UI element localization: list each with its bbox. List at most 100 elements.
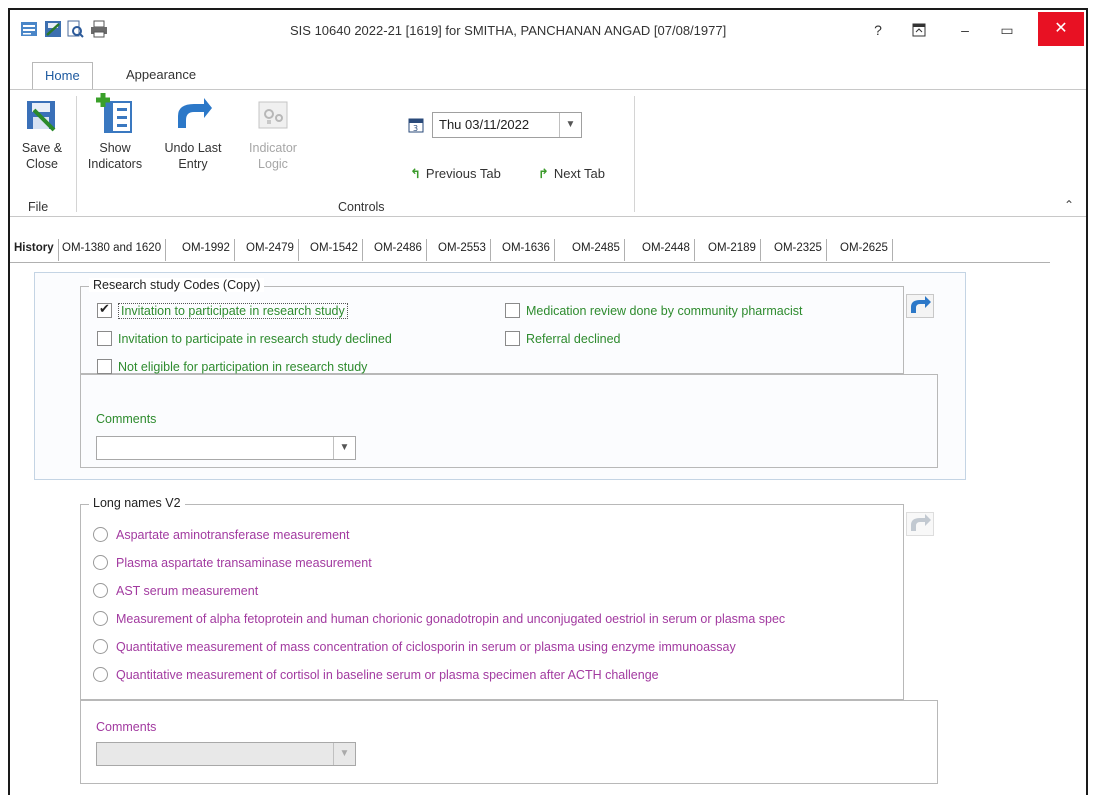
ribbon-separator <box>634 96 635 212</box>
checkbox-label: Not eligible for participation in resear… <box>118 360 368 374</box>
tab-om-2189[interactable]: OM-2189 <box>704 239 761 261</box>
longnames-undo-button[interactable] <box>906 512 934 536</box>
tab-om-2486[interactable]: OM-2486 <box>370 239 427 261</box>
previous-arrow-icon: ↰ <box>410 166 421 181</box>
tab-om-1380-1620[interactable]: OM-1380 and 1620 <box>58 239 167 261</box>
ribbon-display-options-button[interactable] <box>908 17 930 43</box>
tab-om-1992[interactable]: OM-1992 <box>178 239 235 261</box>
ribbon-display-icon <box>912 23 926 37</box>
title-bar: SIS 10640 2022-21 [1619] for SMITHA, PAN… <box>10 10 1086 50</box>
chevron-down-icon[interactable]: ▼ <box>559 113 581 137</box>
longnames-comments-label: Comments <box>96 720 157 734</box>
radio-label: Plasma aspartate transaminase measuremen… <box>116 556 372 570</box>
maximize-button[interactable]: ▭ <box>996 17 1018 43</box>
form-icon[interactable] <box>20 20 38 38</box>
research-group: Research study Codes (Copy) Invitation t… <box>80 278 904 374</box>
radio-label: Measurement of alpha fetoprotein and hum… <box>116 612 786 626</box>
next-arrow-icon: ↱ <box>538 166 549 181</box>
window-title: SIS 10640 2022-21 [1619] for SMITHA, PAN… <box>290 23 727 38</box>
radio-option[interactable]: Aspartate aminotransferase measurement <box>93 527 349 542</box>
tab-om-2485[interactable]: OM-2485 <box>568 239 625 261</box>
date-value: Thu 03/11/2022 <box>439 117 530 132</box>
save-close-icon[interactable] <box>44 20 62 38</box>
checkbox-not-eligible[interactable]: Not eligible for participation in resear… <box>97 359 367 374</box>
research-undo-button[interactable] <box>906 294 934 318</box>
radio-button[interactable] <box>93 555 108 570</box>
next-tab-button[interactable]: ↱ Next Tab <box>538 166 605 182</box>
close-button[interactable]: ✕ <box>1038 12 1084 46</box>
save-close-label: Save & Close <box>21 141 63 171</box>
help-button[interactable]: ? <box>868 17 888 43</box>
radio-option[interactable]: Quantitative measurement of mass concent… <box>93 639 736 654</box>
tab-om-2479[interactable]: OM-2479 <box>242 239 299 261</box>
app-window: SIS 10640 2022-21 [1619] for SMITHA, PAN… <box>8 8 1088 795</box>
ribbon-tab-appearance[interactable]: Appearance <box>114 62 208 90</box>
group-label-controls: Controls <box>338 200 385 214</box>
longnames-comments-select[interactable]: ▼ <box>96 742 356 766</box>
checkbox-medication-review[interactable]: Medication review done by community phar… <box>505 303 803 318</box>
radio-option[interactable]: Measurement of alpha fetoprotein and hum… <box>93 611 785 626</box>
radio-label: Aspartate aminotransferase measurement <box>116 528 350 542</box>
date-picker[interactable]: Thu 03/11/2022 ▼ <box>432 112 582 138</box>
checkbox-label: Invitation to participate in research st… <box>118 303 348 319</box>
checkbox[interactable] <box>97 359 112 374</box>
tab-strip: History OM-1380 and 1620 OM-1992 OM-2479… <box>10 237 1050 263</box>
previous-tab-label: Previous Tab <box>425 166 501 181</box>
indicator-logic-button[interactable]: Indicator Logic <box>242 98 304 172</box>
checkbox-label: Medication review done by community phar… <box>526 304 803 318</box>
research-comments-label: Comments <box>96 412 157 426</box>
ribbon-separator <box>76 96 77 212</box>
undo-icon <box>911 296 931 313</box>
radio-button[interactable] <box>93 583 108 598</box>
tab-om-2325[interactable]: OM-2325 <box>770 239 827 261</box>
undo-last-entry-button[interactable]: Undo Last Entry <box>162 98 224 172</box>
checkbox-checked[interactable] <box>97 301 112 318</box>
next-tab-label: Next Tab <box>553 166 605 181</box>
save-close-button[interactable]: Save & Close <box>16 98 68 172</box>
tab-om-2625[interactable]: OM-2625 <box>836 239 893 261</box>
show-indicators-label: Show Indicators <box>87 141 143 171</box>
radio-button[interactable] <box>93 639 108 654</box>
checkbox-label: Referral declined <box>526 332 621 346</box>
undo-icon <box>178 98 212 128</box>
checkbox-invitation[interactable]: Invitation to participate in research st… <box>97 301 348 319</box>
tab-history[interactable]: History <box>10 239 59 261</box>
chevron-down-icon[interactable]: ▼ <box>333 437 355 459</box>
group-label-file: File <box>28 200 49 214</box>
minimize-button[interactable]: – <box>954 17 976 43</box>
collapse-ribbon-icon[interactable]: ⌃ <box>1064 198 1074 212</box>
checkbox[interactable] <box>97 331 112 346</box>
print-icon[interactable] <box>90 20 108 38</box>
research-comments-select[interactable]: ▼ <box>96 436 356 460</box>
undo-last-entry-label: Undo Last Entry <box>164 141 222 171</box>
checkbox-label: Invitation to participate in research st… <box>118 332 392 346</box>
calendar-icon[interactable]: 3 <box>408 117 424 133</box>
tab-om-1636[interactable]: OM-1636 <box>498 239 555 261</box>
form-content: Research study Codes (Copy) Invitation t… <box>10 264 1086 795</box>
tab-om-2448[interactable]: OM-2448 <box>638 239 695 261</box>
tab-om-2553[interactable]: OM-2553 <box>434 239 491 261</box>
indicator-logic-icon <box>258 101 288 129</box>
tab-om-1542[interactable]: OM-1542 <box>306 239 363 261</box>
ribbon-tab-home[interactable]: Home <box>32 62 93 90</box>
research-legend: Research study Codes (Copy) <box>89 278 265 292</box>
radio-button[interactable] <box>93 667 108 682</box>
longnames-group: Long names V2 Aspartate aminotransferase… <box>80 496 904 700</box>
chevron-down-icon[interactable]: ▼ <box>333 743 355 765</box>
ribbon-tab-bar: Home Appearance <box>10 62 1086 90</box>
show-indicators-button[interactable]: Show Indicators <box>84 92 146 172</box>
radio-option[interactable]: Quantitative measurement of cortisol in … <box>93 667 659 682</box>
checkbox-invitation-declined[interactable]: Invitation to participate in research st… <box>97 331 392 346</box>
checkbox-referral-declined[interactable]: Referral declined <box>505 331 621 346</box>
radio-option[interactable]: Plasma aspartate transaminase measuremen… <box>93 555 372 570</box>
radio-button[interactable] <box>93 527 108 542</box>
svg-text:3: 3 <box>413 124 418 133</box>
radio-option[interactable]: AST serum measurement <box>93 583 258 598</box>
indicator-logic-label: Indicator Logic <box>249 141 297 171</box>
radio-label: Quantitative measurement of cortisol in … <box>116 668 659 682</box>
print-preview-icon[interactable] <box>66 20 84 38</box>
previous-tab-button[interactable]: ↰ Previous Tab <box>410 166 501 182</box>
radio-button[interactable] <box>93 611 108 626</box>
checkbox[interactable] <box>505 303 520 318</box>
checkbox[interactable] <box>505 331 520 346</box>
